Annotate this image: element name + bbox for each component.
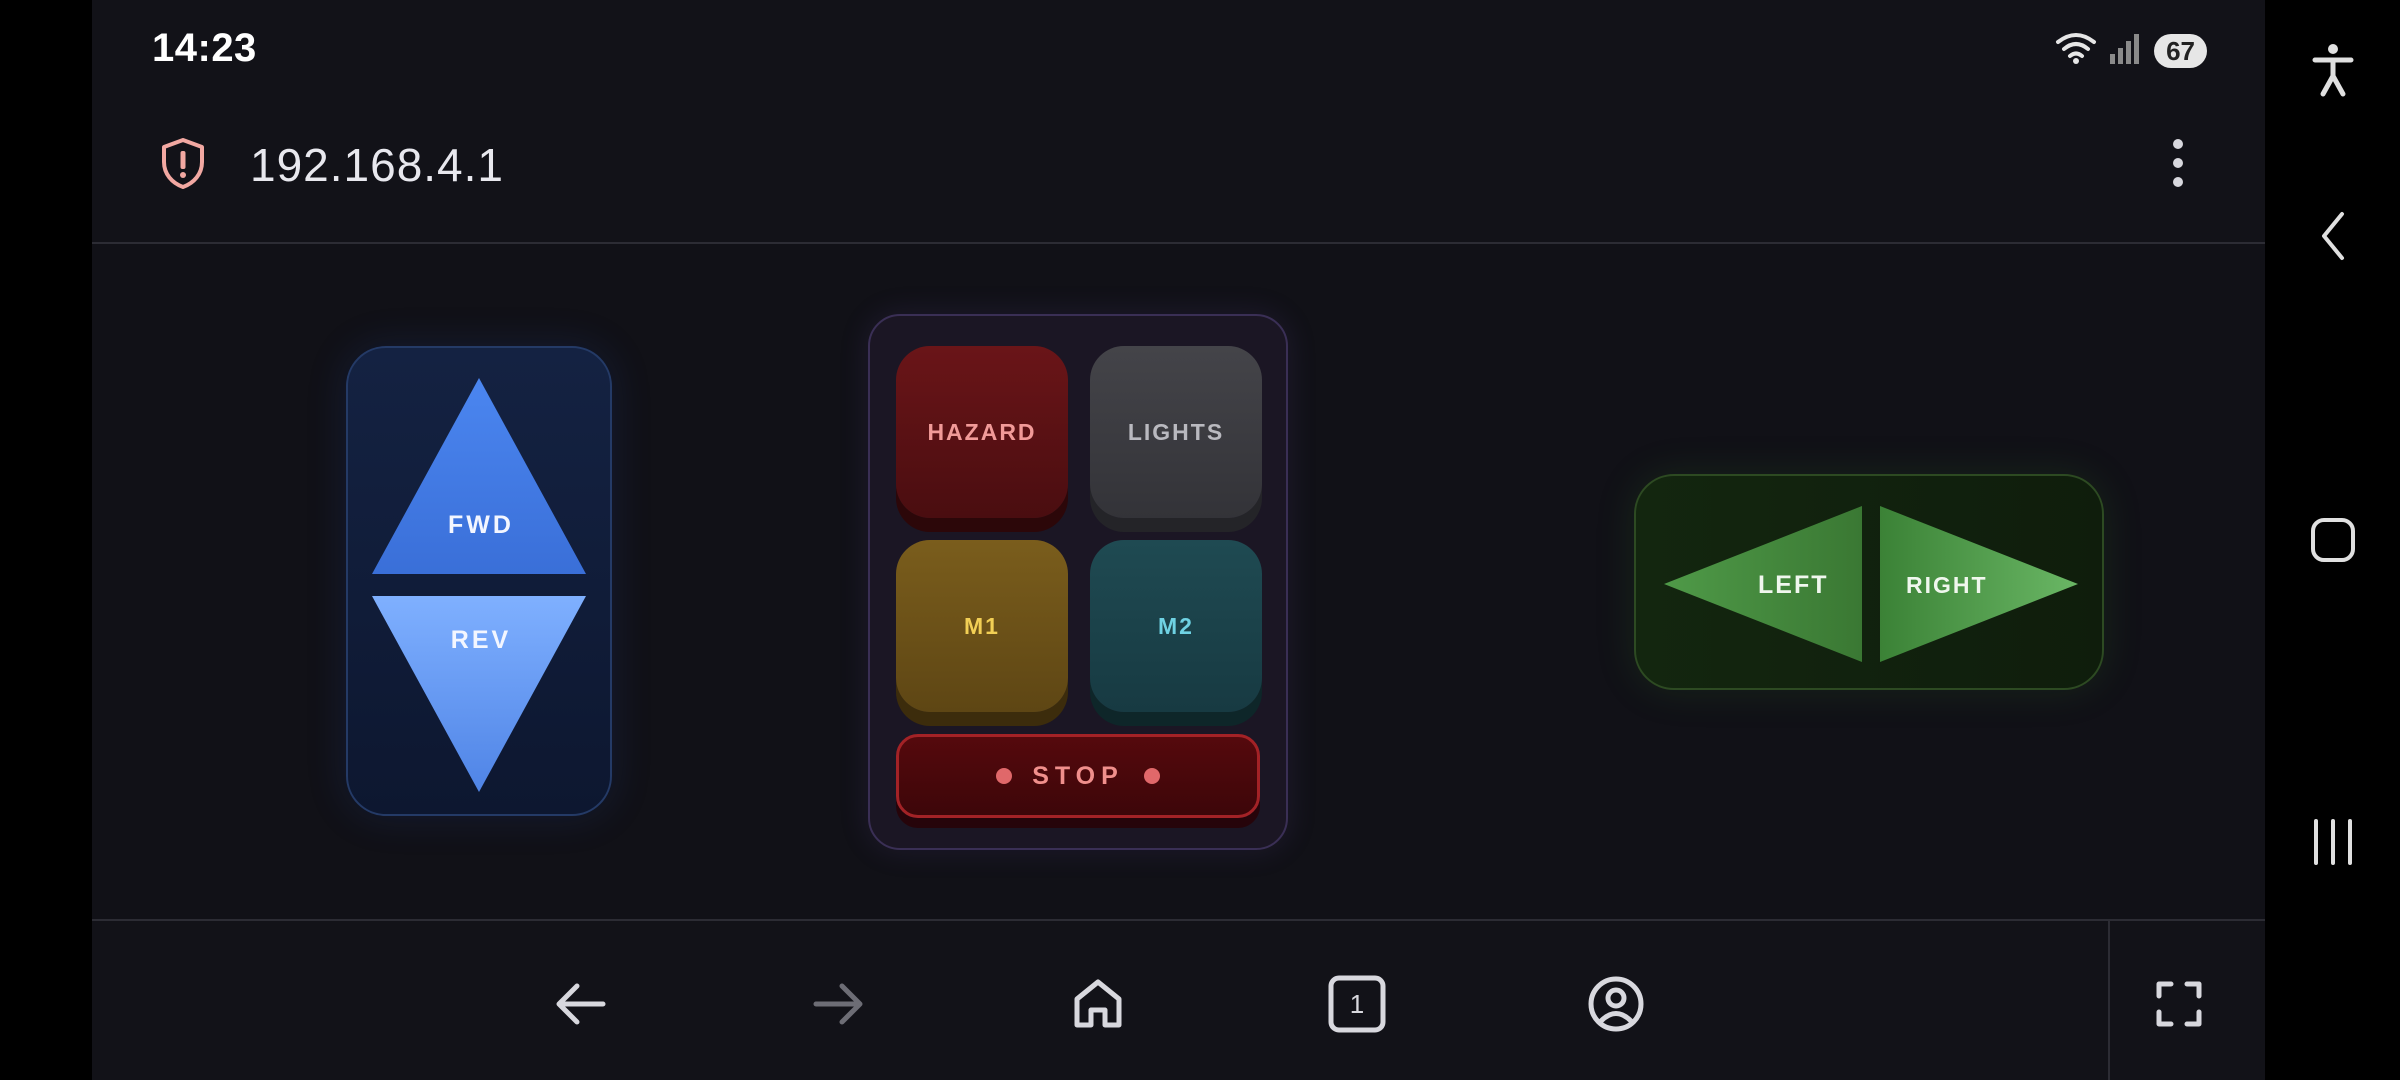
forward-arrow-icon[interactable]	[808, 973, 870, 1035]
home-icon[interactable]	[2305, 512, 2361, 568]
rev-label: REV	[450, 626, 512, 654]
status-icons: 67	[2054, 30, 2207, 71]
tabs-icon[interactable]: 1	[1326, 973, 1388, 1035]
left-label: LEFT	[1758, 571, 1829, 599]
more-menu-icon[interactable]	[2171, 136, 2185, 195]
steer-pad: LEFT RIGHT	[1634, 474, 2104, 690]
fullscreen-icon[interactable]	[2148, 973, 2210, 1035]
signal-icon	[2108, 30, 2144, 71]
status-clock: 14:23	[152, 26, 257, 70]
wifi-icon	[2054, 30, 2098, 71]
url-text[interactable]: 192.168.4.1	[250, 138, 504, 192]
hazard-button[interactable]: HAZARD	[896, 346, 1068, 518]
system-nav-bar	[2265, 0, 2400, 1080]
address-bar[interactable]: 192.168.4.1	[92, 100, 2265, 242]
right-label: RIGHT	[1906, 572, 1988, 598]
accessibility-icon[interactable]	[2305, 42, 2361, 98]
back-arrow-icon[interactable]	[549, 973, 611, 1035]
home-icon[interactable]	[1067, 973, 1129, 1035]
tab-count: 1	[1349, 988, 1365, 1019]
account-icon[interactable]	[1585, 973, 1647, 1035]
stop-label: STOP	[1032, 761, 1124, 790]
browser-screen: 14:23 67 192.168.4.1 FWD REV HAZARD LIGH…	[92, 0, 2265, 1080]
drive-pad: FWD REV	[346, 346, 612, 816]
battery-indicator: 67	[2154, 33, 2207, 68]
hazard-label: HAZARD	[927, 418, 1037, 445]
m1-button[interactable]: M1	[896, 540, 1068, 712]
status-bar: 14:23 67	[92, 0, 2265, 100]
recents-icon[interactable]	[2305, 814, 2361, 870]
lights-label: LIGHTS	[1127, 418, 1225, 445]
m1-label: M1	[964, 612, 1000, 639]
shield-icon[interactable]	[158, 136, 208, 195]
stop-button[interactable]: STOP	[896, 734, 1260, 818]
fwd-label: FWD	[448, 511, 514, 539]
browser-bottom-nav: 1	[92, 921, 2265, 1080]
robot-control-page: FWD REV HAZARD LIGHTS M1 M2 STOP LEFT RI…	[92, 244, 2265, 919]
back-icon[interactable]	[2305, 208, 2361, 264]
fwd-button[interactable]	[372, 378, 586, 574]
stop-dot-right	[1143, 768, 1160, 784]
m2-button[interactable]: M2	[1090, 540, 1262, 712]
aux-panel: HAZARD LIGHTS M1 M2 STOP	[868, 314, 1288, 850]
stop-dot-left	[996, 768, 1013, 784]
nav-vertical-divider	[2108, 921, 2110, 1080]
lights-button[interactable]: LIGHTS	[1090, 346, 1262, 518]
m2-label: M2	[1158, 612, 1194, 639]
